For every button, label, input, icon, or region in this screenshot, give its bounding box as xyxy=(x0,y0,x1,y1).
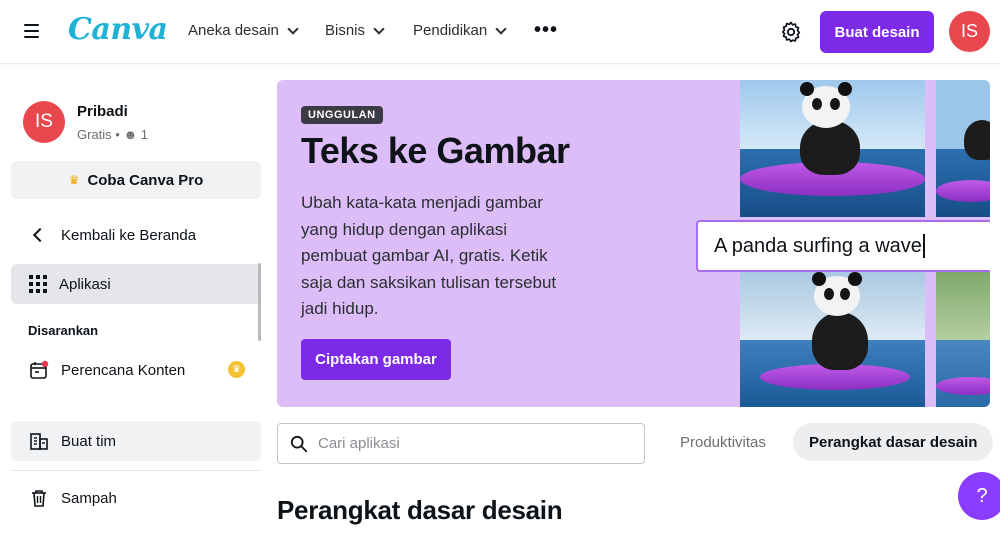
apps-label: Aplikasi xyxy=(59,275,111,293)
nav-pendidikan[interactable]: Pendidikan xyxy=(413,22,507,39)
sidebar-divider xyxy=(11,470,261,471)
nav-label: Bisnis xyxy=(325,22,366,39)
search-icon xyxy=(290,435,308,452)
suggested-heading: Disarankan xyxy=(28,323,99,338)
help-button[interactable]: ? xyxy=(958,472,1000,520)
plan-label: Gratis xyxy=(77,127,112,142)
filter-productivity[interactable]: Produktivitas xyxy=(664,423,782,461)
member-count: 1 xyxy=(140,127,148,142)
crown-icon: ♛ xyxy=(68,173,80,187)
content-planner-label: Perencana Konten xyxy=(61,361,186,379)
panda-image-3 xyxy=(740,272,925,407)
nav-label: Aneka desain xyxy=(188,22,279,39)
crown-icon: ♛ xyxy=(228,361,245,378)
sidebar-item-apps[interactable]: Aplikasi xyxy=(11,264,261,304)
create-image-button[interactable]: Ciptakan gambar xyxy=(301,339,451,380)
featured-banner: UNGGULAN Teks ke Gambar Ubah kata-kata m… xyxy=(277,80,990,407)
prompt-text-box: A panda surfing a wave xyxy=(696,220,990,272)
nav-aneka-desain[interactable]: Aneka desain xyxy=(188,22,299,39)
nav-label: Pendidikan xyxy=(413,22,488,39)
banner-description: Ubah kata-kata menjadi gambar yang hidup… xyxy=(301,193,557,318)
avatar[interactable]: IS xyxy=(949,11,990,52)
back-label: Kembali ke Beranda xyxy=(61,226,197,244)
sidebar-item-create-team[interactable]: Buat tim xyxy=(11,421,261,461)
search-input[interactable] xyxy=(318,435,618,452)
sidebar-item-trash[interactable]: Sampah xyxy=(11,478,261,518)
more-icon[interactable]: ••• xyxy=(534,20,558,40)
gear-icon[interactable] xyxy=(779,20,803,44)
try-canva-pro-button[interactable]: ♛ Coba Canva Pro xyxy=(11,161,261,199)
trash-icon xyxy=(32,490,46,507)
calendar-icon xyxy=(30,360,49,379)
profile-name[interactable]: Pribadi xyxy=(77,103,128,120)
profile-avatar: IS xyxy=(23,101,65,143)
sidebar-scrollbar[interactable] xyxy=(258,263,261,341)
profile-plan: Gratis • ☻ 1 xyxy=(77,127,148,142)
chevron-down-icon xyxy=(373,22,385,35)
panda-image-4 xyxy=(936,272,990,407)
pro-label: Coba Canva Pro xyxy=(87,171,204,189)
section-heading: Perangkat dasar desain xyxy=(277,495,563,525)
panda-image-1 xyxy=(740,80,925,217)
chevron-left-icon xyxy=(32,227,48,243)
panda-image-2 xyxy=(936,80,990,217)
prompt-text: A panda surfing a wave xyxy=(714,234,922,257)
nav-bisnis[interactable]: Bisnis xyxy=(325,22,385,39)
canva-logo[interactable]: Canva xyxy=(68,12,168,47)
sidebar: IS Pribadi Gratis • ☻ 1 ♛ Coba Canva Pro… xyxy=(0,70,270,535)
building-icon xyxy=(30,433,48,450)
chevron-down-icon xyxy=(287,22,299,35)
create-design-button[interactable]: Buat desain xyxy=(820,11,934,53)
text-caret xyxy=(922,234,925,258)
filter-design-basics[interactable]: Perangkat dasar desain xyxy=(793,423,994,461)
sidebar-item-content-planner[interactable]: Perencana Konten xyxy=(11,350,261,390)
top-navigation-bar: Canva Aneka desain Bisnis Pendidikan •••… xyxy=(0,0,1000,64)
apps-grid-icon xyxy=(29,275,47,293)
create-team-label: Buat tim xyxy=(61,432,117,450)
back-to-home-link[interactable]: Kembali ke Beranda xyxy=(11,215,261,255)
featured-badge: UNGGULAN xyxy=(301,106,383,124)
trash-label: Sampah xyxy=(61,489,117,507)
search-box[interactable] xyxy=(277,423,645,464)
banner-title: Teks ke Gambar xyxy=(301,130,570,171)
member-icon: ☻ xyxy=(123,127,138,142)
chevron-down-icon xyxy=(495,22,507,35)
menu-icon[interactable] xyxy=(24,24,40,40)
